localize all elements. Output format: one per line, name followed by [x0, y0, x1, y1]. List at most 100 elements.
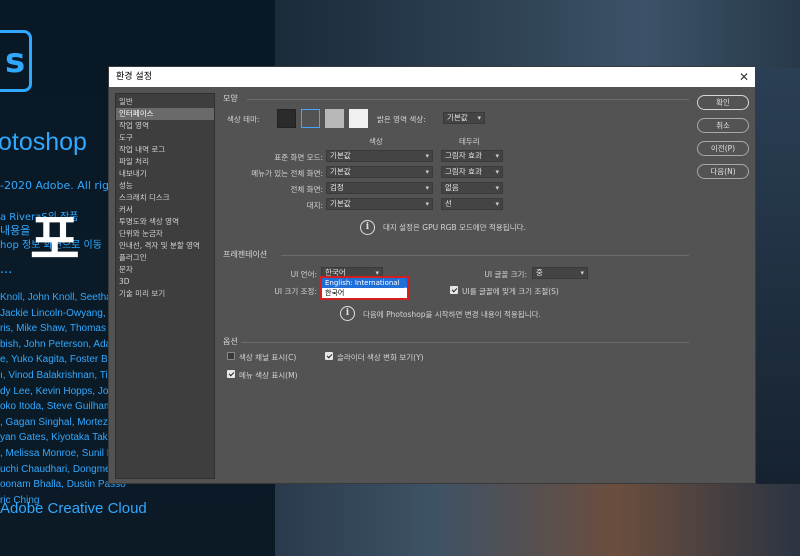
preferences-sidebar: 일반 인터페이스 작업 영역 도구 작업 내역 로그 파일 처리 내보내기 성능… [115, 93, 215, 479]
dialog-title: 환경 설정 [116, 72, 152, 82]
dialog-titlebar: 환경 설정 ✕ [109, 67, 755, 87]
chevron-down-icon: ▾ [495, 152, 499, 160]
border-column-header: 테두리 [459, 137, 480, 146]
splash-app-name: otoshop [0, 128, 87, 156]
select-value: 중 [536, 268, 543, 277]
chevron-down-icon: ▾ [425, 200, 429, 208]
chevron-down-icon: ▾ [495, 168, 499, 176]
artwork-right [755, 68, 800, 484]
preferences-content: 모양 색상 테마: 밝은 영역 색상: 기본값 ▾ 색상 테두리 표준 화면 모드… [219, 89, 689, 483]
creative-cloud-label: Adobe Creative Cloud [0, 500, 147, 517]
artboard-border-select[interactable]: 선 ▾ [441, 198, 503, 210]
theme-swatch-lightest[interactable] [349, 109, 368, 128]
sidebar-item-cursors[interactable]: 커서 [116, 204, 214, 216]
color-column-header: 색상 [369, 137, 383, 146]
ui-scale-label: UI 크기 조정: [274, 287, 317, 296]
sidebar-item-units-rulers[interactable]: 단위와 눈금자 [116, 228, 214, 240]
theme-swatch-light[interactable] [325, 109, 344, 128]
ok-button[interactable]: 확인 [697, 95, 749, 110]
select-value: 검정 [330, 183, 344, 192]
sidebar-item-guides-grid[interactable]: 안내선, 격자 및 분할 영역 [116, 240, 214, 252]
fullscreen-menu-border-select[interactable]: 그림자 효과 ▾ [441, 166, 503, 178]
fullscreen-color-select[interactable]: 검정 ▾ [326, 182, 433, 194]
chevron-down-icon: ▾ [495, 184, 499, 192]
info-icon: i [360, 220, 375, 235]
sidebar-item-file-handling[interactable]: 파일 처리 [116, 156, 214, 168]
appearance-section-title: 모양 [223, 94, 238, 103]
presentation-section-title: 프레젠테이션 [223, 250, 268, 259]
chevron-down-icon: ▾ [580, 269, 584, 277]
standard-screen-color-select[interactable]: 기본값 ▾ [326, 150, 433, 162]
restart-note: 다음에 Photoshop을 시작하면 변경 내용이 적용됩니다. [363, 310, 541, 319]
fullscreen-border-select[interactable]: 없음 ▾ [441, 182, 503, 194]
ui-language-label: UI 언어: [290, 270, 317, 279]
chevron-down-icon: ▾ [425, 184, 429, 192]
ui-font-size-select[interactable]: 중 ▾ [532, 267, 588, 279]
options-section-title: 옵션 [223, 337, 238, 346]
appearance-divider [247, 99, 689, 100]
theme-swatch-dark[interactable] [301, 109, 320, 128]
dropdown-option-korean[interactable]: 한국어 [322, 288, 407, 298]
highlight-color-label: 밝은 영역 색상: [377, 115, 426, 124]
sidebar-item-general[interactable]: 일반 [116, 96, 214, 108]
sidebar-item-plugins[interactable]: 플러그인 [116, 252, 214, 264]
artwork-bottom [275, 484, 800, 556]
theme-swatch-darkest[interactable] [277, 109, 296, 128]
sidebar-item-history-log[interactable]: 작업 내역 로그 [116, 144, 214, 156]
slider-preview-checkbox[interactable] [325, 352, 333, 360]
sidebar-item-transparency-gamut[interactable]: 투명도와 색상 영역 [116, 216, 214, 228]
show-channels-checkbox[interactable] [227, 352, 235, 360]
sidebar-item-tech-previews[interactable]: 기술 미리 보기 [116, 288, 214, 300]
splash-big-glyph: 포 [30, 208, 80, 271]
select-value: 없음 [445, 183, 459, 192]
menu-colors-checkbox[interactable] [227, 370, 235, 378]
select-value: 기본값 [330, 167, 351, 176]
scale-to-font-label: UI를 글꼴에 맞게 크기 조절(S) [462, 287, 559, 296]
highlight-color-select[interactable]: 기본값 ▾ [443, 112, 485, 124]
color-theme-label: 색상 테마: [227, 115, 260, 124]
show-channels-label: 색상 채널 표시(C) [239, 353, 297, 362]
select-value: 선 [445, 199, 452, 208]
select-value: 기본값 [330, 199, 351, 208]
standard-screen-border-select[interactable]: 그림자 효과 ▾ [441, 150, 503, 162]
options-divider [241, 342, 689, 343]
chevron-down-icon: ▾ [425, 152, 429, 160]
select-value: 그림자 효과 [445, 167, 482, 176]
photoshop-logo: s [0, 30, 32, 92]
dropdown-option-english[interactable]: English: International [322, 278, 407, 288]
prev-button[interactable]: 이전(P) [697, 141, 749, 156]
select-value: 그림자 효과 [445, 151, 482, 160]
fullscreen-menu-color-select[interactable]: 기본값 ▾ [326, 166, 433, 178]
chevron-down-icon: ▾ [477, 114, 481, 122]
standard-screen-label: 표준 화면 모드: [274, 153, 323, 162]
sidebar-item-scratch-disks[interactable]: 스크래치 디스크 [116, 192, 214, 204]
chevron-down-icon: ▾ [495, 200, 499, 208]
ui-font-size-label: UI 글꼴 크기: [484, 270, 527, 279]
presentation-divider [281, 255, 689, 256]
sidebar-item-workspace[interactable]: 작업 영역 [116, 120, 214, 132]
chevron-down-icon: ▾ [425, 168, 429, 176]
sidebar-item-performance[interactable]: 성능 [116, 180, 214, 192]
sidebar-item-3d[interactable]: 3D [116, 276, 214, 288]
sidebar-item-export[interactable]: 내보내기 [116, 168, 214, 180]
preferences-dialog: 환경 설정 ✕ 일반 인터페이스 작업 영역 도구 작업 내역 로그 파일 처리… [108, 66, 756, 484]
close-icon[interactable]: ✕ [739, 67, 749, 87]
sidebar-item-type[interactable]: 문자 [116, 264, 214, 276]
scale-to-font-checkbox[interactable] [450, 286, 458, 294]
next-button[interactable]: 다음(N) [697, 164, 749, 179]
artboard-label: 대지: [306, 201, 323, 210]
splash-ellipsis: ... [0, 262, 13, 277]
fullscreen-label: 전체 화면: [290, 185, 323, 194]
artboard-color-select[interactable]: 기본값 ▾ [326, 198, 433, 210]
sidebar-item-tools[interactable]: 도구 [116, 132, 214, 144]
select-value: 기본값 [330, 151, 351, 160]
artboard-note: 대지 설정은 GPU RGB 모드에만 적용됩니다. [383, 223, 526, 232]
slider-preview-label: 슬라이더 색상 변화 보기(Y) [337, 353, 424, 362]
menu-colors-label: 메뉴 색상 표시(M) [239, 371, 298, 380]
highlight-color-value: 기본값 [447, 113, 468, 122]
ui-scale-dropdown-list: English: International 한국어 [320, 276, 409, 300]
sidebar-item-interface[interactable]: 인터페이스 [116, 108, 214, 120]
cancel-button[interactable]: 취소 [697, 118, 749, 133]
info-icon: i [340, 306, 355, 321]
fullscreen-menu-label: 메뉴가 있는 전체 화면: [251, 169, 323, 178]
